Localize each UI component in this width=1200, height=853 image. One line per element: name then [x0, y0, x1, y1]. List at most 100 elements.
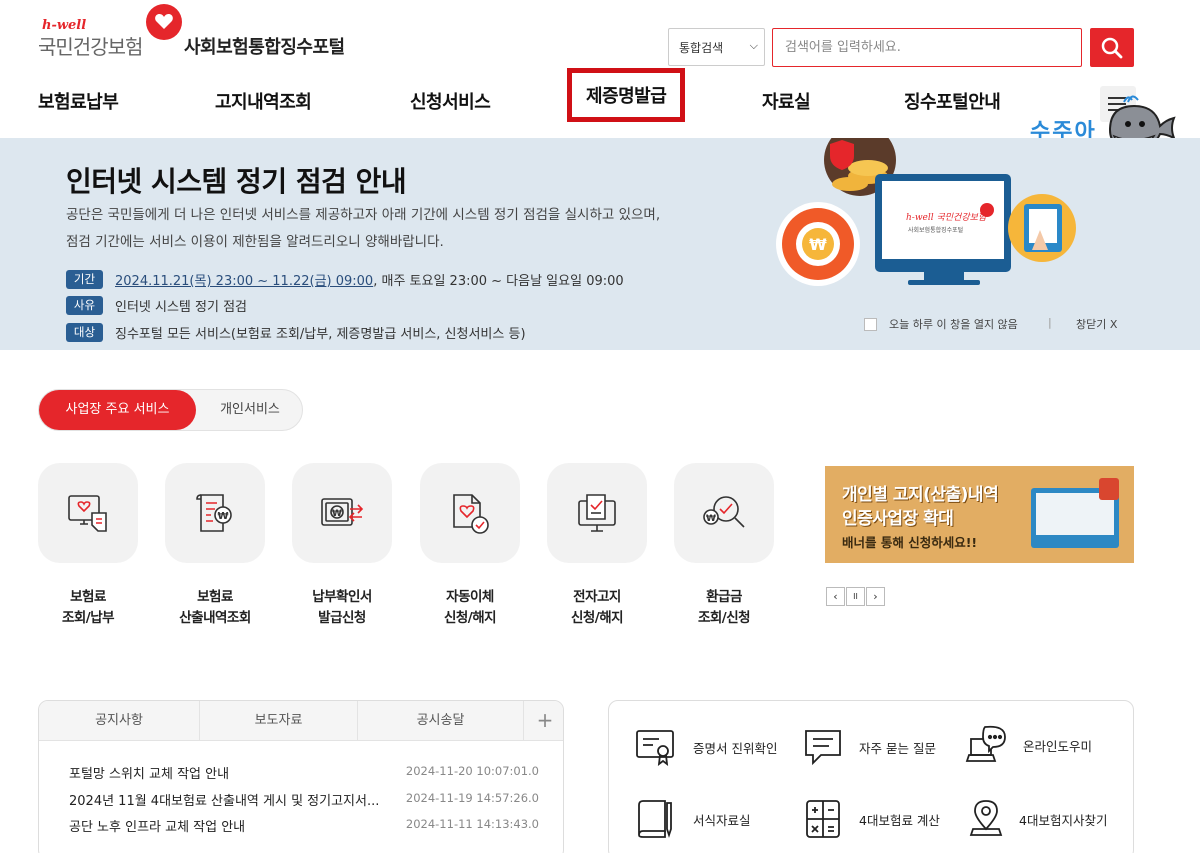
faq-chat-icon — [805, 730, 841, 766]
promo-line-3: 배너를 통해 신청하세요!! — [842, 535, 978, 550]
tab-public-service[interactable]: 공시송달 — [358, 701, 524, 741]
search-icon — [1101, 37, 1123, 59]
maintenance-banner: 인터넷 시스템 정기 점검 안내 공단은 국민들에게 더 나은 인터넷 서비스를… — [0, 138, 1200, 350]
quick-links-panel: 증명서 진위확인 자주 묻는 질문 온라인도우미 서식자료실 4대보험료 계산 … — [608, 700, 1134, 853]
service-payment-certificate[interactable]: ₩ 납부확인서 발급신청 — [292, 463, 392, 629]
site-logo[interactable]: h-well 국민건강보험 사회보험통합징수포털 — [38, 4, 368, 59]
banner-target-row: 대상 징수포털 모든 서비스(보험료 조회/납부, 제증명발급 서비스, 신청서… — [66, 323, 526, 342]
reason-tag: 사유 — [66, 296, 103, 315]
tab-business-services[interactable]: 사업장 주요 서비스 — [39, 390, 196, 430]
banner-reason-row: 사유 인터넷 시스템 정기 점검 — [66, 296, 247, 315]
banner-close-button[interactable]: 창닫기 X — [1076, 316, 1117, 332]
calc-doc-icon: ₩ — [196, 494, 232, 532]
monitor-logo-text: h-well 국민건강보험 — [906, 212, 987, 223]
banner-separator: | — [1048, 316, 1052, 329]
service-icon-box[interactable]: ₩ — [165, 463, 265, 563]
header: h-well 국민건강보험 사회보험통합징수포털 통합검색 ⌵ 보험료납부 고지… — [0, 0, 1200, 150]
nav-resources[interactable]: 자료실 — [762, 88, 811, 114]
tab-personal-services[interactable]: 개인서비스 — [199, 390, 301, 430]
service-icon-box[interactable] — [420, 463, 520, 563]
refund-search-icon: ₩ — [703, 496, 745, 528]
lock-icon — [1099, 478, 1119, 500]
promo-prev-button[interactable]: ‹ — [826, 587, 845, 606]
bill-icon — [68, 495, 107, 532]
banner-desc-line-2: 점검 기간에는 서비스 이용이 제한됨을 알려드리오니 양해바랍니다. — [66, 234, 444, 250]
service-icon-box[interactable] — [38, 463, 138, 563]
tab-notices[interactable]: 공지사항 — [39, 701, 200, 741]
quick-link-premium-calculator[interactable]: 4대보험료 계산 — [803, 799, 940, 839]
search-button[interactable] — [1090, 28, 1134, 67]
banner-desc-line-1: 공단은 국민들에게 더 나은 인터넷 서비스를 제공하고자 아래 기간에 시스템… — [66, 207, 661, 223]
certificate-icon — [636, 730, 674, 766]
service-label-line-2: 조회/신청 — [697, 610, 751, 626]
monitor-sub-text: 사회보험통합징수포털 — [908, 226, 963, 234]
search-input[interactable] — [772, 28, 1082, 67]
calculator-icon — [806, 800, 840, 838]
more-plus-icon[interactable]: + — [525, 701, 563, 741]
service-label: 납부확인서 발급신청 — [292, 587, 392, 629]
service-icon-box[interactable]: ₩ — [674, 463, 774, 563]
service-auto-transfer[interactable]: 자동이체 신청/해지 — [420, 463, 520, 629]
quick-link-label: 서식자료실 — [693, 812, 751, 828]
service-label-line-2: 신청/해지 — [443, 610, 497, 626]
online-helper-icon — [965, 725, 1006, 762]
notice-title[interactable]: 2024년 11월 4대보험료 산출내역 게시 및 정기고지서... — [69, 790, 399, 809]
service-label-line-1: 납부확인서 — [312, 589, 372, 605]
service-refund[interactable]: ₩ 환급금 조회/신청 — [674, 463, 774, 629]
target-text: 징수포털 모든 서비스(보험료 조회/납부, 제증명발급 서비스, 신청서비스 … — [115, 327, 526, 342]
service-icon-box[interactable] — [547, 463, 647, 563]
service-label-line-2: 산출내역조회 — [179, 610, 251, 626]
service-label: 보험료 산출내역조회 — [165, 587, 265, 629]
period-regular: , 매주 토요일 23:00 ~ 다음날 일요일 09:00 — [373, 274, 624, 289]
nav-notice-history[interactable]: 고지내역조회 — [215, 88, 312, 114]
auto-transfer-icon — [453, 494, 489, 534]
no-show-today-checkbox[interactable]: 오늘 하루 이 창을 열지 않음 — [864, 316, 1018, 332]
service-label-line-1: 자동이체 — [446, 589, 494, 605]
notice-date: 2024-11-20 10:07:01.0 — [405, 764, 539, 778]
notice-title[interactable]: 공단 노후 인프라 교체 작업 안내 — [69, 816, 399, 835]
svg-text:₩: ₩ — [809, 235, 827, 254]
nav-portal-guide[interactable]: 징수포털안내 — [904, 88, 1001, 114]
notice-date: 2024-11-19 14:57:26.0 — [405, 791, 539, 805]
banner-title: 인터넷 시스템 정기 점검 안내 — [66, 165, 407, 198]
tab-press-releases[interactable]: 보도자료 — [200, 701, 358, 741]
notice-board: 공지사항 보도자료 공시송달 + 포털망 스위치 교체 작업 안내 2024-1… — [38, 700, 564, 853]
promo-next-button[interactable]: › — [866, 587, 885, 606]
nav-application-service[interactable]: 신청서비스 — [410, 88, 491, 114]
search-scope-select[interactable]: 통합검색 ⌵ — [668, 28, 765, 66]
checkbox-box[interactable] — [864, 317, 877, 331]
quick-link-branch-finder[interactable]: 4대보험지사찾기 — [969, 799, 1107, 839]
promo-pause-button[interactable]: II — [846, 587, 865, 606]
promo-line-2: 인증사업장 확대 — [842, 509, 954, 529]
main-navigation: 보험료납부 고지내역조회 신청서비스 제증명발급 자료실 징수포털안내 — [0, 68, 1200, 124]
reason-text: 인터넷 시스템 정기 점검 — [115, 300, 247, 315]
search-scope-value: 통합검색 — [679, 40, 724, 55]
service-label: 전자고지 신청/해지 — [547, 587, 647, 629]
service-label-line-1: 보험료 — [197, 589, 233, 605]
heart-logo-icon — [146, 4, 182, 40]
notice-title[interactable]: 포털망 스위치 교체 작업 안내 — [69, 763, 399, 782]
banner-description: 공단은 국민들에게 더 나은 인터넷 서비스를 제공하고자 아래 기간에 시스템… — [66, 202, 746, 256]
service-e-notice[interactable]: 전자고지 신청/해지 — [547, 463, 647, 629]
service-label-line-2: 발급신청 — [318, 610, 366, 626]
nav-certificate-issuance[interactable]: 제증명발급 — [566, 68, 686, 122]
quick-link-online-helper[interactable]: 온라인도우미 — [965, 725, 1092, 765]
svg-text:₩: ₩ — [332, 509, 342, 519]
quick-link-form-library[interactable]: 서식자료실 — [635, 799, 751, 839]
promo-banner[interactable]: 개인별 고지(산출)내역 인증사업장 확대 배너를 통해 신청하세요!! — [825, 466, 1134, 563]
service-premium-calculation[interactable]: ₩ 보험료 산출내역조회 — [165, 463, 265, 629]
logo-main-text: 국민건강보험 — [38, 35, 143, 59]
nav-premium-payment[interactable]: 보험료납부 — [38, 88, 119, 114]
e-notice-icon — [578, 494, 616, 532]
service-icon-box[interactable]: ₩ — [292, 463, 392, 563]
quick-link-label: 자주 묻는 질문 — [859, 740, 936, 756]
service-label-line-1: 전자고지 — [573, 589, 621, 605]
period-date: 2024.11.21(목) 23:00 ~ 11.22(금) 09:00 — [115, 274, 374, 289]
service-label: 환급금 조회/신청 — [674, 587, 774, 629]
quick-link-faq[interactable]: 자주 묻는 질문 — [803, 727, 936, 767]
service-premium-payment[interactable]: 보험료 조회/납부 — [38, 463, 138, 629]
notice-date: 2024-11-11 14:13:43.0 — [405, 817, 539, 831]
period-tag: 기간 — [66, 270, 103, 289]
quick-link-certificate-verify[interactable]: 증명서 진위확인 — [635, 727, 777, 767]
service-label: 자동이체 신청/해지 — [420, 587, 520, 629]
